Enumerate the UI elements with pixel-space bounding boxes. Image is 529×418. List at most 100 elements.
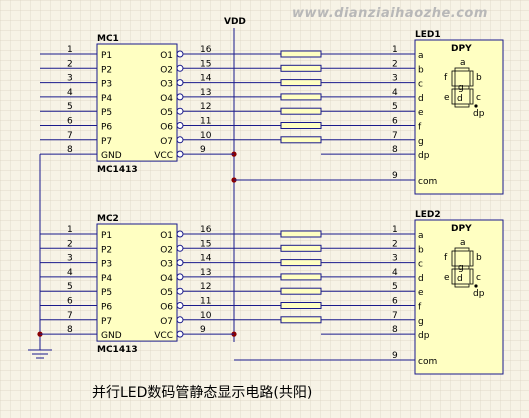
segment-d-label: d — [457, 274, 463, 284]
pin-label: P5 — [101, 288, 112, 298]
pin-number: 1 — [67, 45, 73, 55]
pin-label: g — [418, 137, 424, 147]
pin-number: 2 — [67, 59, 73, 69]
pin-label: O2 — [160, 245, 173, 255]
pin-number: 1 — [392, 45, 398, 55]
pin-label: O6 — [160, 123, 173, 133]
segment-d-label: d — [457, 94, 463, 104]
inverter-bubble — [176, 122, 184, 129]
pin-label: O5 — [160, 108, 173, 118]
display-body — [414, 219, 504, 375]
pin-number: 9 — [392, 171, 398, 181]
chip-designator: MC1 — [97, 34, 119, 44]
caption: 并行LED数码管静态显示电路(共阳) — [92, 385, 312, 401]
resistor — [280, 64, 322, 72]
pin-label: com — [418, 357, 437, 367]
pin-label: P1 — [101, 231, 112, 241]
pin-label: P7 — [101, 317, 112, 327]
pin-label: GND — [101, 331, 122, 341]
display-title: DPY — [451, 44, 472, 54]
resistor — [280, 230, 322, 238]
pin-label: O3 — [160, 260, 173, 270]
inverter-bubble — [176, 259, 184, 267]
pin-label: P2 — [101, 245, 112, 255]
resistor — [280, 93, 322, 101]
schematic-canvas: www.dianziaihaozhe.com 并行LED数码管静态显示电路(共阳… — [0, 0, 529, 418]
pin-number: 3 — [392, 74, 398, 84]
pin-number: 3 — [392, 254, 398, 264]
segment-dp — [474, 284, 478, 288]
pin-label: dp — [418, 151, 430, 161]
pin-label: b — [418, 65, 424, 75]
pin-label: P1 — [101, 51, 112, 61]
pin-label: g — [418, 317, 424, 327]
inverter-bubble — [176, 273, 184, 281]
pin-label: c — [418, 260, 423, 270]
pin-number: 8 — [67, 325, 73, 335]
pin-label: e — [418, 108, 424, 118]
inverter-bubble — [176, 330, 184, 338]
pin-number: 5 — [67, 282, 73, 292]
pin-label: O3 — [160, 80, 173, 90]
display-body — [414, 39, 504, 195]
inverter-bubble — [176, 244, 184, 252]
pin-number: 7 — [392, 311, 398, 321]
pin-label: a — [418, 51, 424, 61]
pin-label: e — [418, 288, 424, 298]
inverter-bubble — [176, 150, 184, 158]
chip-designator: MC2 — [97, 214, 119, 224]
segment-e-label: e — [444, 273, 450, 283]
pin-number: 3 — [67, 254, 73, 264]
resistor — [280, 302, 322, 309]
resistor — [280, 79, 322, 87]
pin-label: P3 — [101, 260, 112, 270]
segment-dp-label: dp — [473, 109, 485, 119]
pin-number: 8 — [392, 325, 398, 335]
segment-c-label: c — [476, 93, 481, 103]
pin-label: P4 — [101, 94, 112, 104]
resistor — [280, 50, 322, 58]
inverter-bubble — [176, 107, 184, 115]
segment-b-label: b — [476, 253, 482, 263]
inverter-bubble — [176, 316, 184, 324]
vdd-label: VDD — [224, 17, 246, 27]
segment-g-label: g — [458, 263, 464, 273]
pin-number: 5 — [67, 102, 73, 112]
pin-label: O2 — [160, 65, 173, 75]
display-title: DPY — [451, 224, 472, 234]
pin-label: P4 — [101, 274, 112, 284]
pin-label: O5 — [160, 288, 173, 298]
pin-label: P2 — [101, 65, 112, 75]
pin-label: VCC — [154, 151, 173, 161]
display-designator: LED1 — [415, 30, 441, 40]
watermark: www.dianziaihaozhe.com — [292, 6, 488, 21]
pin-number: 6 — [67, 297, 73, 307]
resistor — [280, 287, 322, 295]
pin-label: a — [418, 231, 424, 241]
pin-label: b — [418, 245, 424, 255]
pin-number: 4 — [392, 268, 398, 278]
pin-label: P6 — [101, 123, 112, 133]
pin-label: O4 — [160, 94, 173, 104]
resistor — [280, 244, 322, 252]
segment-c-label: c — [476, 273, 481, 283]
pin-number: 4 — [392, 88, 398, 98]
resistor — [280, 316, 322, 324]
inverter-bubble — [176, 64, 184, 72]
segment-a-label: a — [460, 58, 466, 68]
pin-number: 7 — [67, 131, 73, 141]
pin-number: 2 — [67, 239, 73, 249]
resistor — [280, 273, 322, 281]
pin-label: O4 — [160, 274, 173, 284]
pin-number: 8 — [67, 145, 73, 155]
pin-number: 1 — [392, 225, 398, 235]
inverter-bubble — [176, 50, 184, 58]
pin-label: O7 — [160, 137, 173, 147]
pin-label: c — [418, 80, 423, 90]
pin-label: O6 — [160, 303, 173, 313]
pin-number: 4 — [67, 88, 73, 98]
pin-label: P5 — [101, 108, 112, 118]
pin-label: GND — [101, 151, 122, 161]
pin-number: 7 — [392, 131, 398, 141]
pin-label: d — [418, 94, 424, 104]
